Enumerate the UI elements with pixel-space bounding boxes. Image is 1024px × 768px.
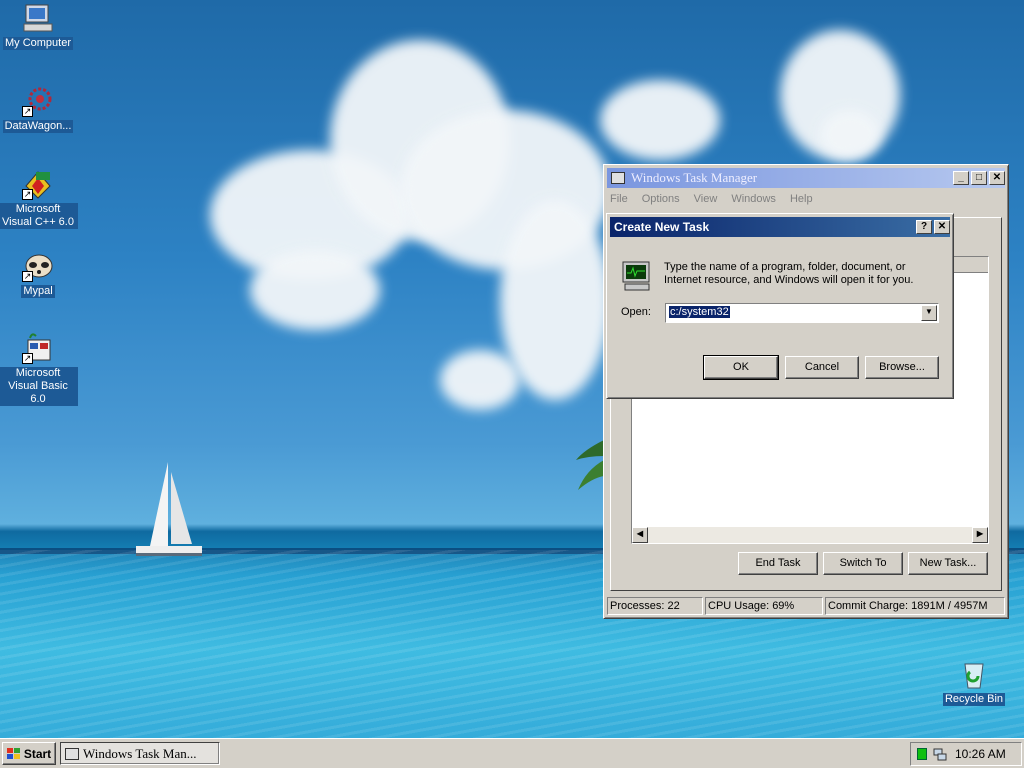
shortcut-arrow-icon: ↗ (22, 106, 33, 117)
mypal-icon: ↗ (22, 250, 54, 282)
status-cpu-usage: CPU Usage: 69% (705, 597, 823, 615)
menu-bar: File Options View Windows Help (604, 191, 1008, 207)
create-new-task-dialog: Create New Task ? ✕ Type the name of a p… (606, 213, 954, 399)
desktop-icon-my-computer[interactable]: My Computer (0, 2, 78, 50)
switch-to-button[interactable]: Switch To (823, 552, 903, 575)
my-computer-icon (22, 2, 54, 34)
open-input[interactable]: c:/system32 (669, 306, 730, 318)
status-commit-charge: Commit Charge: 1891M / 4957M (825, 597, 1005, 615)
horizontal-scrollbar[interactable]: ◀ ▶ (632, 527, 988, 543)
cloud (440, 350, 520, 410)
desktop-icon-visual-cpp[interactable]: ↗ Microsoft Visual C++ 6.0 (0, 168, 78, 229)
start-button[interactable]: Start (2, 742, 56, 765)
dialog-title: Create New Task (614, 220, 710, 234)
browse-button[interactable]: Browse... (865, 356, 939, 379)
close-button[interactable]: ✕ (989, 171, 1005, 185)
menu-view[interactable]: View (694, 193, 718, 205)
icon-label: Microsoft Visual Basic 6.0 (0, 367, 78, 406)
desktop-icon-recycle-bin[interactable]: Recycle Bin (934, 658, 1014, 706)
scroll-right-icon[interactable]: ▶ (972, 527, 988, 543)
icon-label: Microsoft Visual C++ 6.0 (0, 203, 78, 229)
windows-logo-icon (6, 747, 20, 759)
window-title: Windows Task Manager (631, 170, 758, 185)
status-processes: Processes: 22 (607, 597, 703, 615)
visual-cpp-icon: ↗ (22, 168, 54, 200)
dialog-close-button[interactable]: ✕ (934, 220, 950, 234)
clock[interactable]: 10:26 AM (955, 747, 1006, 761)
maximize-button[interactable]: □ (971, 171, 987, 185)
icon-label: My Computer (2, 37, 74, 50)
scroll-left-icon[interactable]: ◀ (632, 527, 648, 543)
shortcut-arrow-icon: ↗ (22, 271, 33, 282)
network-icon[interactable] (933, 747, 947, 761)
ok-button[interactable]: OK (703, 355, 779, 380)
menu-file[interactable]: File (610, 193, 628, 205)
open-label: Open: (621, 306, 651, 318)
taskbar-task-manager-button[interactable]: Windows Task Man... (60, 742, 220, 765)
minimize-button[interactable]: _ (953, 171, 969, 185)
run-program-icon (621, 260, 653, 295)
icon-label: DataWagon... (2, 120, 74, 133)
open-combobox[interactable]: c:/system32 ▼ (665, 303, 939, 323)
datawagon-icon: ↗ (22, 85, 54, 117)
start-label: Start (23, 746, 52, 761)
icon-label: Recycle Bin (942, 693, 1006, 706)
palm-tree-image (576, 440, 604, 490)
shortcut-arrow-icon: ↗ (22, 189, 33, 200)
desktop-icon-visual-basic[interactable]: ↗ Microsoft Visual Basic 6.0 (0, 332, 78, 406)
help-button[interactable]: ? (916, 220, 932, 234)
new-task-button[interactable]: New Task... (908, 552, 988, 575)
task-manager-icon (65, 747, 79, 760)
menu-windows[interactable]: Windows (731, 193, 776, 205)
task-manager-titlebar[interactable]: Windows Task Manager _ □ ✕ (607, 168, 1005, 188)
sailboat-image (136, 462, 202, 556)
recycle-bin-icon (958, 658, 990, 690)
taskbar-button-label: Windows Task Man... (83, 745, 197, 761)
end-task-button[interactable]: End Task (738, 552, 818, 575)
menu-help[interactable]: Help (790, 193, 813, 205)
menu-options[interactable]: Options (642, 193, 680, 205)
cloud (820, 110, 880, 160)
desktop-icon-mypal[interactable]: ↗ Mypal (0, 250, 78, 298)
cloud (600, 80, 720, 160)
chevron-down-icon[interactable]: ▼ (921, 305, 937, 321)
shortcut-arrow-icon: ↗ (22, 353, 33, 364)
icon-label: Mypal (21, 285, 55, 298)
system-tray: 10:26 AM (910, 742, 1022, 766)
cancel-button[interactable]: Cancel (785, 356, 859, 379)
dialog-titlebar[interactable]: Create New Task ? ✕ (610, 217, 950, 237)
task-manager-icon (611, 172, 625, 184)
visual-basic-icon: ↗ (22, 332, 54, 364)
cpu-meter-icon[interactable] (917, 748, 927, 760)
status-bar: Processes: 22 CPU Usage: 69% Commit Char… (607, 597, 1005, 615)
taskbar: Start Windows Task Man... 10:26 AM (0, 738, 1024, 768)
desktop-icon-datawagon[interactable]: ↗ DataWagon... (0, 85, 78, 133)
dialog-message: Type the name of a program, folder, docu… (664, 261, 914, 286)
cloud (250, 250, 380, 330)
